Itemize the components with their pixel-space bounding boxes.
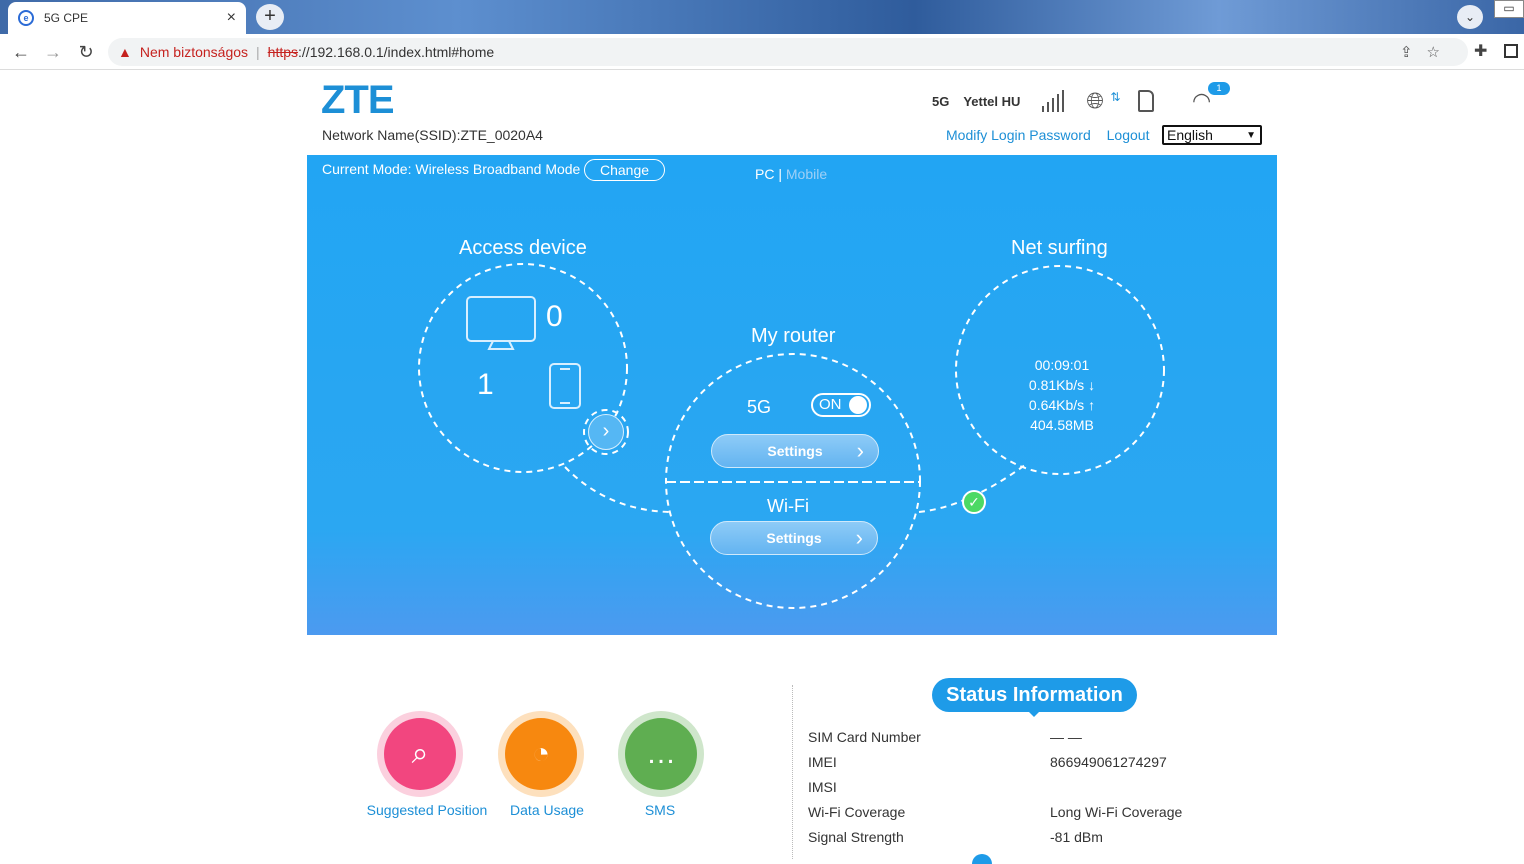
sms-button[interactable]: …: [618, 711, 704, 797]
tab-search-chevron-icon[interactable]: ⌄: [1457, 5, 1483, 29]
address-actions: ⇪☆: [1400, 43, 1454, 61]
chevron-down-icon: ▼: [1246, 129, 1256, 141]
wifi-title: Wi-Fi: [767, 496, 809, 516]
band-5g-label: 5G: [747, 397, 772, 417]
sms-label[interactable]: SMS: [620, 802, 700, 818]
dashboard-hero: Current Mode: Wireless Broadband Mode Ch…: [307, 155, 1277, 635]
status-row: SIM Card Number — —: [808, 729, 1308, 745]
side-panel-icon[interactable]: [1504, 44, 1518, 58]
forward-arrow-icon[interactable]: →: [42, 41, 64, 63]
5g-toggle[interactable]: ON: [811, 393, 871, 417]
logout-link[interactable]: Logout: [1107, 127, 1150, 143]
status-value: 866949061274297: [1050, 754, 1167, 770]
change-mode-button[interactable]: Change: [584, 159, 665, 181]
status-label: IMEI: [808, 754, 837, 770]
chat-bubble-icon: …: [625, 718, 697, 790]
net-surfing-stats: 00:09:01 0.81Kb/s ↓ 0.64Kb/s ↑ 404.58MB: [957, 355, 1167, 435]
status-row: Signal Strength -81 dBm: [808, 829, 1308, 845]
access-device-arrow-button[interactable]: ›: [588, 414, 624, 450]
status-value: Long Wi-Fi Coverage: [1050, 804, 1183, 820]
browser-tab[interactable]: e 5G CPE ×: [8, 2, 246, 34]
current-mode-text: Current Mode: Wireless Broadband Mode: [322, 161, 581, 177]
suggested-position-label[interactable]: Suggested Position: [357, 802, 497, 818]
back-arrow-icon[interactable]: ←: [10, 41, 32, 63]
ssid-label: Network Name(SSID):ZTE_0020A4: [322, 127, 543, 143]
tab-title: 5G CPE: [44, 11, 89, 25]
net-surfing-title: Net surfing: [1011, 237, 1108, 259]
connected-check-icon: ✓: [962, 490, 986, 514]
zte-logo: ZTE: [321, 78, 395, 122]
chevron-right-icon: ›: [856, 438, 864, 463]
pc-device-count: 0: [546, 300, 563, 333]
status-information-title: Status Information: [932, 678, 1137, 717]
suggested-position-button[interactable]: ⌕: [377, 711, 463, 797]
toggle-state: ON: [819, 396, 842, 413]
pie-chart-icon: ◔: [505, 718, 577, 790]
operator-name: Yettel HU: [963, 93, 1021, 109]
header-links: Modify Login Password Logout: [946, 127, 1161, 143]
internet-globe-icon: 🌐︎ ⇅: [1086, 88, 1121, 113]
settings-5g-button[interactable]: Settings ›: [711, 434, 879, 468]
upload-speed: 0.64Kb/s ↑: [1028, 397, 1096, 413]
favicon-icon: e: [18, 10, 34, 26]
download-speed: 0.81Kb/s ↓: [1028, 377, 1096, 393]
modify-password-link[interactable]: Modify Login Password: [946, 127, 1091, 143]
sim-card-icon: [1138, 90, 1155, 112]
data-transfer-icon: ⇅: [1110, 90, 1121, 104]
access-link-line: [564, 466, 670, 513]
access-device-title: Access device: [459, 237, 587, 259]
connected-time: 00:09:01: [1034, 357, 1090, 373]
phone-icon: [549, 363, 581, 409]
settings-wifi-label: Settings: [766, 530, 822, 546]
settings-wifi-button[interactable]: Settings ›: [710, 521, 878, 555]
status-row: IMSI: [808, 779, 1308, 795]
status-icon-bar: 5G Yettel HU 🌐︎ ⇅ ◠ 1: [932, 82, 1231, 114]
wifi-icon: ◠ 1: [1192, 82, 1231, 114]
language-select[interactable]: English ▼: [1162, 125, 1262, 145]
data-usage-label[interactable]: Data Usage: [497, 802, 597, 818]
browser-toolbar: ← → ↻ ▲ Nem biztonságos | https ://192.1…: [0, 34, 1524, 70]
scroll-indicator: [972, 854, 992, 864]
wifi-clients-badge: 1: [1208, 82, 1231, 95]
address-bar[interactable]: ▲ Nem biztonságos | https ://192.168.0.1…: [108, 38, 1468, 66]
data-usage-button[interactable]: ◔: [498, 711, 584, 797]
pc-view-link[interactable]: PC: [755, 166, 774, 182]
status-row: Wi-Fi Coverage Long Wi-Fi Coverage: [808, 804, 1308, 820]
status-row: IMEI 866949061274297: [808, 754, 1308, 770]
tab-close-icon[interactable]: ×: [227, 9, 236, 27]
new-tab-button[interactable]: +: [256, 4, 284, 30]
address-separator: |: [256, 44, 260, 60]
status-label: Signal Strength: [808, 829, 904, 845]
view-switch: PC | Mobile: [755, 166, 827, 182]
url-path: ://192.168.0.1/index.html#home: [298, 44, 495, 60]
warning-triangle-icon: ▲: [118, 44, 132, 60]
mobile-device-count: 1: [477, 368, 494, 401]
status-value: — —: [1050, 729, 1082, 745]
settings-5g-label: Settings: [767, 443, 823, 459]
signal-bars-icon: [1042, 90, 1065, 112]
view-separator: |: [774, 166, 786, 182]
toggle-knob: [849, 396, 867, 414]
language-value: English: [1167, 127, 1213, 143]
extensions-puzzle-icon[interactable]: ✚: [1474, 41, 1487, 61]
window-restore-icon[interactable]: ▭: [1494, 0, 1524, 18]
status-label: Wi-Fi Coverage: [808, 804, 906, 820]
search-signal-icon: ⌕: [384, 718, 456, 790]
reload-icon[interactable]: ↻: [75, 41, 97, 63]
my-router-title: My router: [751, 325, 836, 347]
status-value: -81 dBm: [1050, 829, 1103, 845]
url-scheme: https: [267, 44, 299, 60]
status-label: SIM Card Number: [808, 729, 921, 745]
network-type: 5G: [932, 93, 950, 109]
mobile-view-link[interactable]: Mobile: [786, 166, 827, 182]
data-total: 404.58MB: [1030, 417, 1094, 433]
section-divider: [792, 685, 793, 859]
status-label: IMSI: [808, 779, 837, 795]
browser-tabstrip: e 5G CPE × + ⌄ ▭: [0, 0, 1524, 34]
bookmark-star-icon[interactable]: ☆: [1427, 44, 1454, 61]
security-status[interactable]: Nem biztonságos: [140, 44, 248, 60]
chevron-right-icon: ›: [855, 525, 863, 550]
share-icon[interactable]: ⇪: [1400, 44, 1427, 61]
monitor-icon: [466, 296, 536, 350]
